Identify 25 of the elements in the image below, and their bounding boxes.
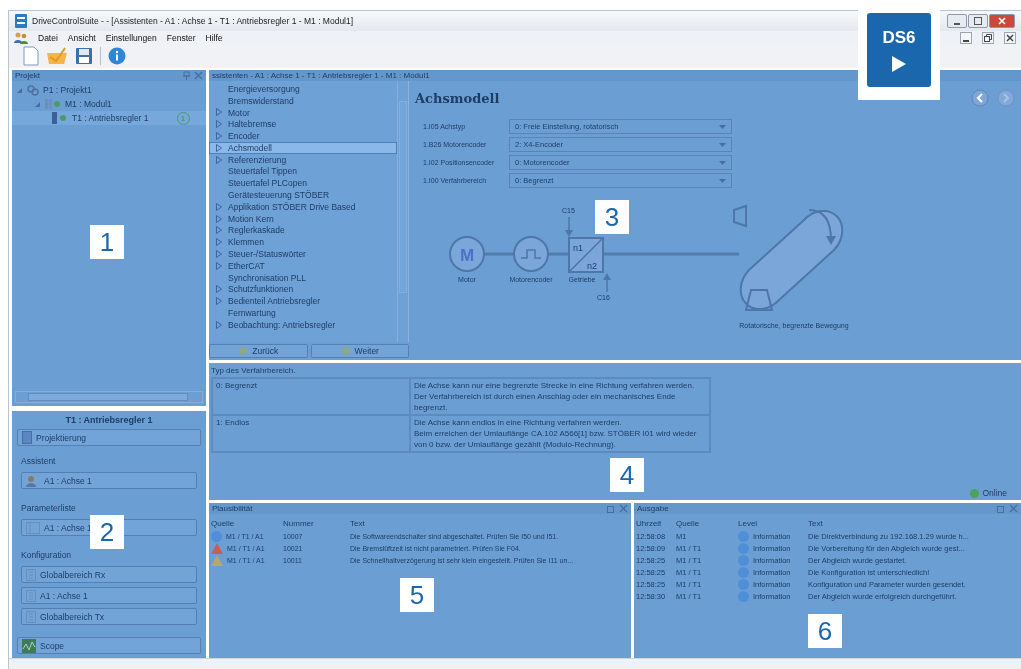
window-title: DriveControlSuite - - [Assistenten - A1 : Achse 1 - T1 : Antriebsregler 1 - M1 : Modul1] xyxy=(32,16,354,26)
page-heading: Achsmodell xyxy=(415,90,500,106)
description-text: Die Achse kann nur eine begrenzte Strecke in eine Richtung verfahren werden. Der Verfahrbereich ist durch einen Anschlag oder ein mechanisches Ende begrenzt. xyxy=(410,378,710,415)
status-text: Online xyxy=(982,488,1007,498)
panel-title: Plausibilität xyxy=(212,504,253,513)
callout-tooltip: 3 xyxy=(595,200,629,234)
callout-tooltip: 5 xyxy=(400,578,434,612)
callout-tooltip: 6 xyxy=(808,614,842,648)
diagram-label: n1 xyxy=(573,243,583,253)
callout-tooltip: 1 xyxy=(90,225,124,259)
group-label: Parameterliste xyxy=(21,502,77,515)
diagram-label: n2 xyxy=(587,261,597,271)
group-label: Konfiguration xyxy=(21,549,73,562)
callout-tooltip: 2 xyxy=(90,515,124,549)
panel-title: T1 : Antriebsregler 1 xyxy=(64,415,154,425)
help-title: Typ des Verfahrbereich. xyxy=(211,366,297,375)
table-cell: 1: Endlos xyxy=(212,415,410,452)
panel-title: ssistenten - A1 : Achse 1 - T1 : Antriebsregler 1 - M1 : Modul1 xyxy=(212,71,430,80)
logo-text: DS6 xyxy=(882,28,916,48)
description-text: Die Achse kann endlos in eine Richtung verfahren werden. Beim erreichen der Umlauflänge CA.102 A566[1] bzw. STÖBER I01 wird wieder von 0 bzw. der Umlauflänge gezählt (Modulo-Rechnung). xyxy=(410,415,710,452)
panel-title: Ausgabe xyxy=(637,504,669,513)
group-label: Assistent xyxy=(21,455,57,468)
callout-tooltip: 4 xyxy=(610,458,644,492)
table-cell: 0: Begrenzt xyxy=(212,378,410,415)
panel-title: Projekt xyxy=(15,71,40,80)
